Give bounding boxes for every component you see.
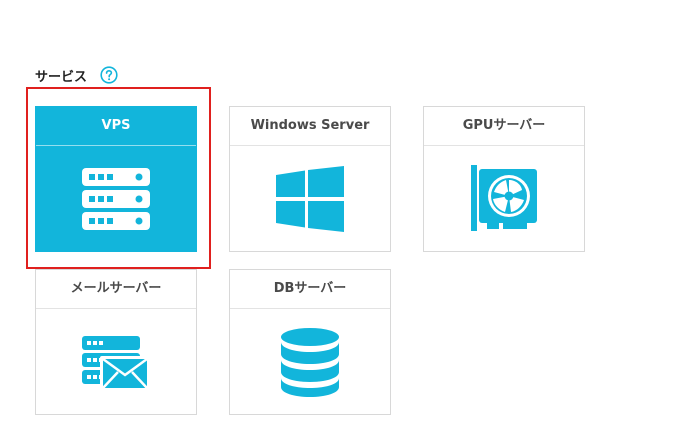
service-card-db-server[interactable]: DBサーバー — [229, 269, 391, 415]
windows-logo-icon — [230, 146, 390, 252]
section-title-label: サービス — [35, 69, 88, 85]
service-card-gpu-server[interactable]: GPUサーバー — [423, 106, 585, 252]
database-icon — [230, 309, 390, 415]
service-card-mail-server[interactable]: メールサーバー — [35, 269, 197, 415]
mail-server-icon — [36, 309, 196, 415]
server-stack-icon — [36, 146, 196, 252]
service-card-label: メールサーバー — [36, 270, 196, 309]
section-title: サービス — [35, 64, 118, 86]
service-card-label: VPS — [36, 107, 196, 146]
service-card-windows-server[interactable]: Windows Server — [229, 106, 391, 252]
service-card-vps[interactable]: VPS — [35, 106, 197, 252]
service-card-label: DBサーバー — [230, 270, 390, 309]
question-circle-icon[interactable] — [100, 66, 118, 84]
service-card-label: Windows Server — [230, 107, 390, 146]
gpu-card-icon — [424, 146, 584, 252]
service-card-label: GPUサーバー — [424, 107, 584, 146]
